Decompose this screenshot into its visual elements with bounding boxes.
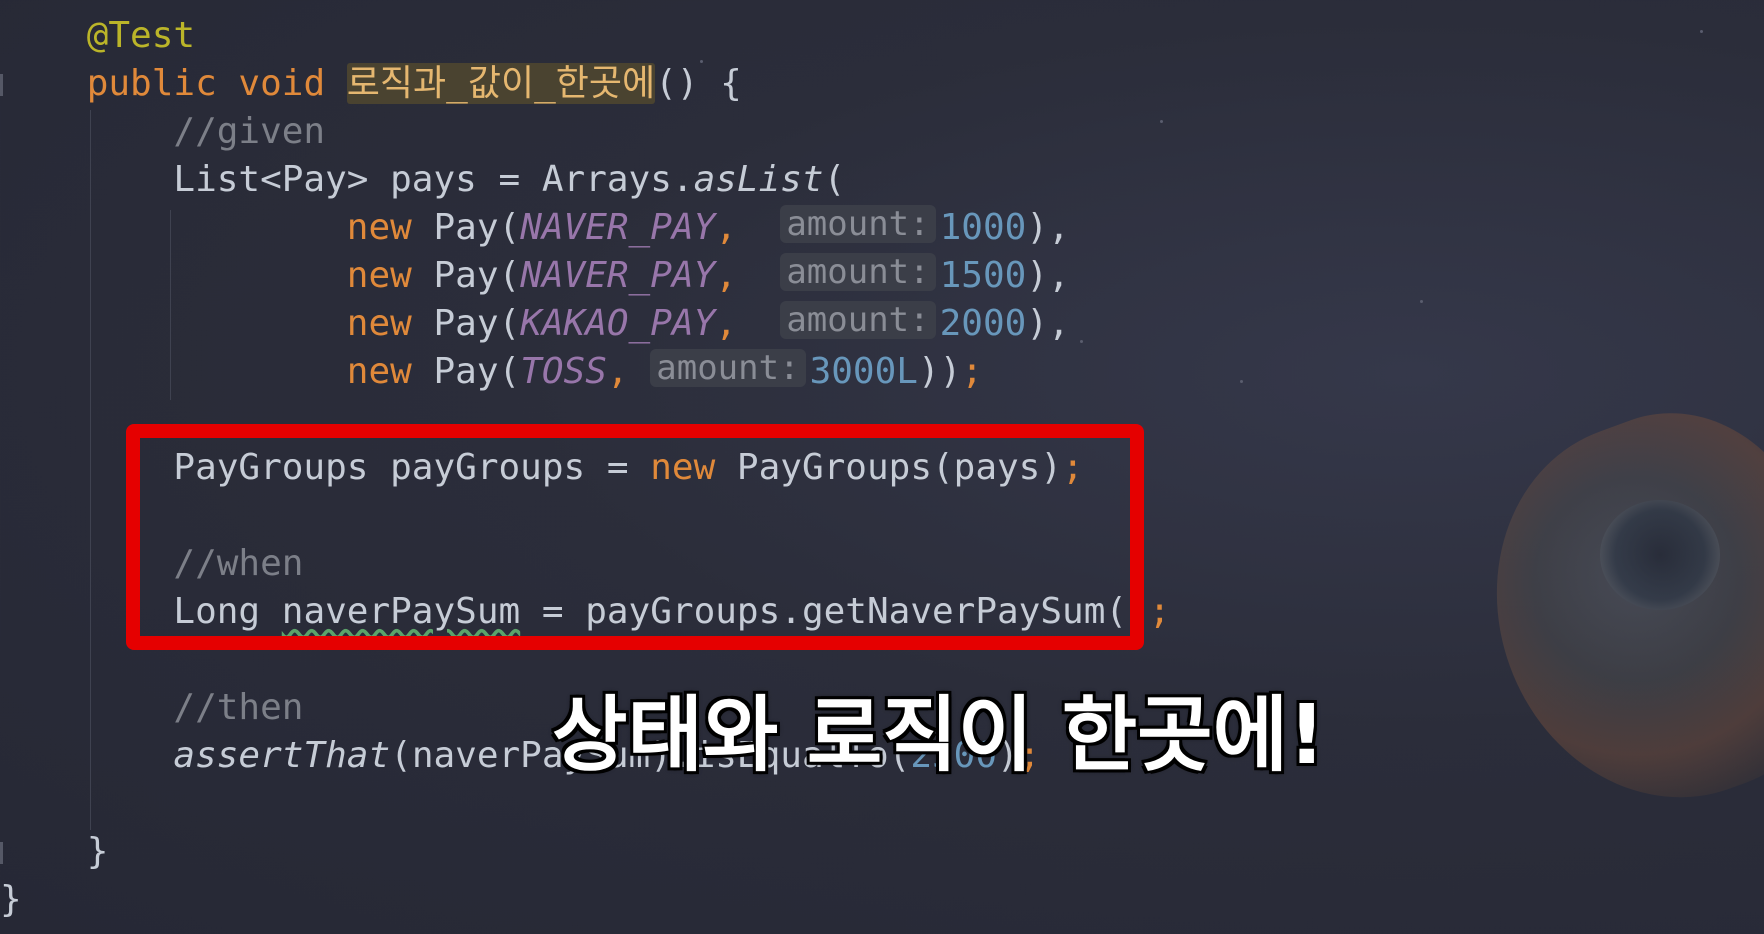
- statement-semicolon: ;: [961, 351, 983, 392]
- star-decoration: [1700, 30, 1703, 33]
- code-line-new-pay: new Pay(KAKAO_PAY, amount: 2000),: [0, 300, 1070, 348]
- code-line-new-pay: new Pay(NAVER_PAY, amount: 1500),: [0, 252, 1070, 300]
- method-closing-brace: }: [86, 831, 109, 872]
- code-line-close-class: }: [0, 876, 22, 924]
- list-declaration: List<Pay> pays = Arrays.: [173, 159, 694, 200]
- parameter-hint: amount:: [780, 253, 936, 291]
- new-keyword: new: [346, 207, 412, 248]
- code-line-new-pay: new Pay(TOSS, amount: 3000L));: [0, 348, 983, 396]
- code-line-annotation: @Test: [0, 12, 195, 60]
- highlight-box: [126, 424, 1144, 650]
- pay-amount: 1500: [939, 255, 1027, 296]
- new-keyword: new: [346, 255, 412, 296]
- parameter-hint: amount:: [650, 349, 806, 387]
- pay-amount: 2000: [939, 303, 1027, 344]
- parameter-hint: amount:: [780, 301, 936, 339]
- star-decoration: [1420, 300, 1423, 303]
- pay-constructor: Pay(: [411, 351, 521, 392]
- aslist-paren: (: [823, 159, 846, 200]
- caption-subtitle: 상태와 로직이 한곳에!: [550, 686, 1327, 785]
- pay-type-constant: TOSS: [520, 351, 607, 392]
- pay-type-constant: NAVER_PAY: [520, 207, 716, 248]
- pay-close: ),: [1026, 207, 1070, 248]
- aslist-method: asList: [693, 159, 824, 200]
- pay-amount: 3000L: [809, 351, 918, 392]
- method-name[interactable]: 로직과_값이_한곳에: [346, 63, 656, 104]
- background-lens-illustration: [1600, 500, 1720, 610]
- pay-type-constant: NAVER_PAY: [520, 255, 716, 296]
- pay-constructor: Pay(: [411, 207, 521, 248]
- pay-amount: 1000: [939, 207, 1027, 248]
- method-signature-end: () {: [655, 63, 742, 104]
- code-line-new-pay: new Pay(NAVER_PAY, amount: 1000),: [0, 204, 1070, 252]
- arg-comma: ,: [715, 207, 737, 248]
- code-line-list-declaration: List<Pay> pays = Arrays.asList(: [0, 156, 845, 204]
- pay-constructor: Pay(: [411, 255, 521, 296]
- star-decoration: [1160, 120, 1163, 123]
- assertthat-method: assertThat: [173, 735, 391, 776]
- comment-given: //given: [173, 111, 326, 152]
- new-keyword: new: [346, 303, 412, 344]
- comment-then: //then: [173, 687, 304, 728]
- pay-type-constant: KAKAO_PAY: [520, 303, 716, 344]
- statement-semicolon: ;: [1148, 591, 1171, 632]
- pay-close: )): [917, 351, 962, 392]
- arg-comma: ,: [715, 303, 737, 344]
- pay-constructor: Pay(: [411, 303, 521, 344]
- parameter-hint: amount:: [780, 205, 936, 243]
- arg-comma: ,: [715, 255, 737, 296]
- pay-close: ),: [1026, 303, 1070, 344]
- star-decoration: [1240, 380, 1243, 383]
- test-annotation: @Test: [86, 15, 196, 56]
- pay-close: ),: [1026, 255, 1070, 296]
- code-editor[interactable]: @Test public void 로직과_값이_한곳에() { //given…: [0, 0, 1764, 934]
- code-line-comment-given: //given: [0, 108, 325, 156]
- class-closing-brace: }: [0, 879, 22, 920]
- arg-comma: ,: [606, 351, 629, 392]
- new-keyword: new: [346, 351, 412, 392]
- code-line-method-signature: public void 로직과_값이_한곳에() {: [0, 60, 742, 108]
- background-object-illustration: [1444, 375, 1764, 845]
- method-modifiers: public void: [86, 63, 347, 104]
- code-line-comment-then: //then: [0, 684, 303, 732]
- code-line-close-method: }: [0, 828, 109, 876]
- star-decoration: [1080, 340, 1083, 343]
